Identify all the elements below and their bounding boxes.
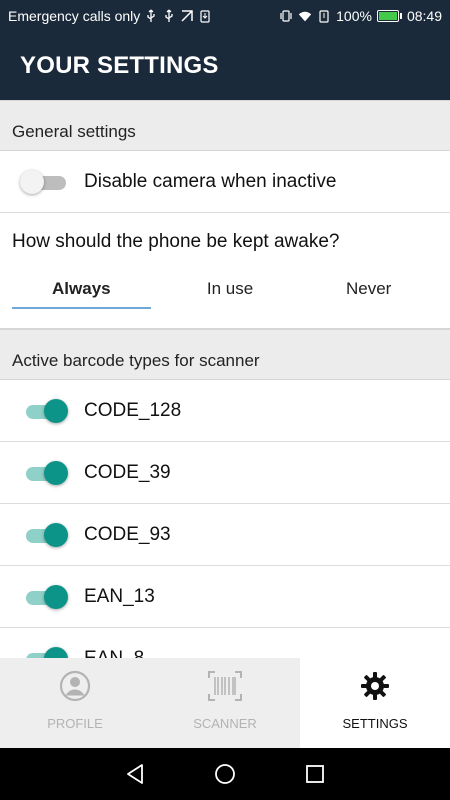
barcode-toggle[interactable] (26, 398, 68, 423)
system-navigation-bar (0, 748, 450, 800)
home-icon[interactable] (210, 759, 240, 789)
status-bar: Emergency calls only 100% 08:49 (0, 0, 450, 32)
keep-awake-setting: How should the phone be kept awake? Alwa… (0, 213, 450, 329)
app-bar: YOUR SETTINGS (0, 32, 450, 100)
carrier-text: Emergency calls only (8, 8, 141, 24)
status-bar-left: Emergency calls only (8, 8, 279, 24)
barcode-icon (207, 668, 243, 704)
barcode-label: EAN_8 (84, 647, 145, 659)
vibrate-icon (279, 9, 293, 23)
battery-percent: 100% (336, 8, 372, 24)
section-header-label: General settings (12, 122, 136, 141)
tab-scanner[interactable]: SCANNER (150, 658, 300, 748)
switch-thumb (20, 169, 44, 194)
camera-toggle[interactable] (20, 169, 66, 194)
status-bar-right: 100% 08:49 (279, 8, 442, 24)
switch-thumb (44, 584, 68, 609)
battery-icon (376, 10, 402, 22)
barcode-row-code-39[interactable]: CODE_39 (0, 442, 450, 504)
barcode-toggle[interactable] (26, 522, 68, 547)
barcode-toggle[interactable] (26, 646, 68, 658)
barcode-row-code-93[interactable]: CODE_93 (0, 504, 450, 566)
profile-icon (57, 668, 93, 704)
wifi-icon (298, 9, 312, 23)
section-header-label: Active barcode types for scanner (12, 351, 260, 370)
tab-label: SETTINGS (342, 716, 408, 731)
barcode-label: EAN_13 (84, 585, 155, 607)
awake-option-always[interactable]: Always (12, 279, 151, 309)
awake-option-never[interactable]: Never (299, 279, 438, 309)
barcode-label: CODE_93 (84, 523, 171, 545)
sim-icon (317, 9, 331, 23)
page-title: YOUR SETTINGS (20, 52, 219, 79)
usb-icon (144, 9, 158, 23)
back-icon[interactable] (120, 759, 150, 789)
settings-content[interactable]: General settings Disable camera when ina… (0, 100, 450, 658)
recents-icon[interactable] (300, 759, 330, 789)
barcode-row-ean-8[interactable]: EAN_8 (0, 628, 450, 658)
bottom-navigation: PROFILE SCANNER SETTINGS (0, 658, 450, 748)
switch-thumb (44, 460, 68, 485)
barcode-row-ean-13[interactable]: EAN_13 (0, 566, 450, 628)
switch-thumb (44, 522, 68, 547)
barcode-label: CODE_128 (84, 399, 182, 421)
section-header-barcodes: Active barcode types for scanner (0, 329, 450, 380)
notification-icon (180, 9, 194, 23)
camera-toggle-label: Disable camera when inactive (84, 170, 337, 192)
section-header-general: General settings (0, 100, 450, 151)
barcode-toggle[interactable] (26, 584, 68, 609)
camera-toggle-row[interactable]: Disable camera when inactive (0, 151, 450, 213)
gear-icon (357, 668, 393, 704)
usb-icon (162, 9, 176, 23)
awake-option-in-use[interactable]: In use (161, 279, 300, 309)
barcode-toggle[interactable] (26, 460, 68, 485)
tab-label: PROFILE (47, 716, 103, 731)
sim-icon (198, 9, 212, 23)
tab-settings[interactable]: SETTINGS (300, 658, 450, 748)
keep-awake-question: How should the phone be kept awake? (12, 231, 340, 252)
tab-profile[interactable]: PROFILE (0, 658, 150, 748)
clock: 08:49 (406, 8, 442, 24)
barcode-label: CODE_39 (84, 461, 171, 483)
switch-thumb (44, 646, 68, 658)
switch-thumb (44, 398, 68, 423)
barcode-row-code-128[interactable]: CODE_128 (0, 380, 450, 442)
tab-label: SCANNER (193, 716, 257, 731)
keep-awake-options: Always In use Never (0, 279, 450, 309)
